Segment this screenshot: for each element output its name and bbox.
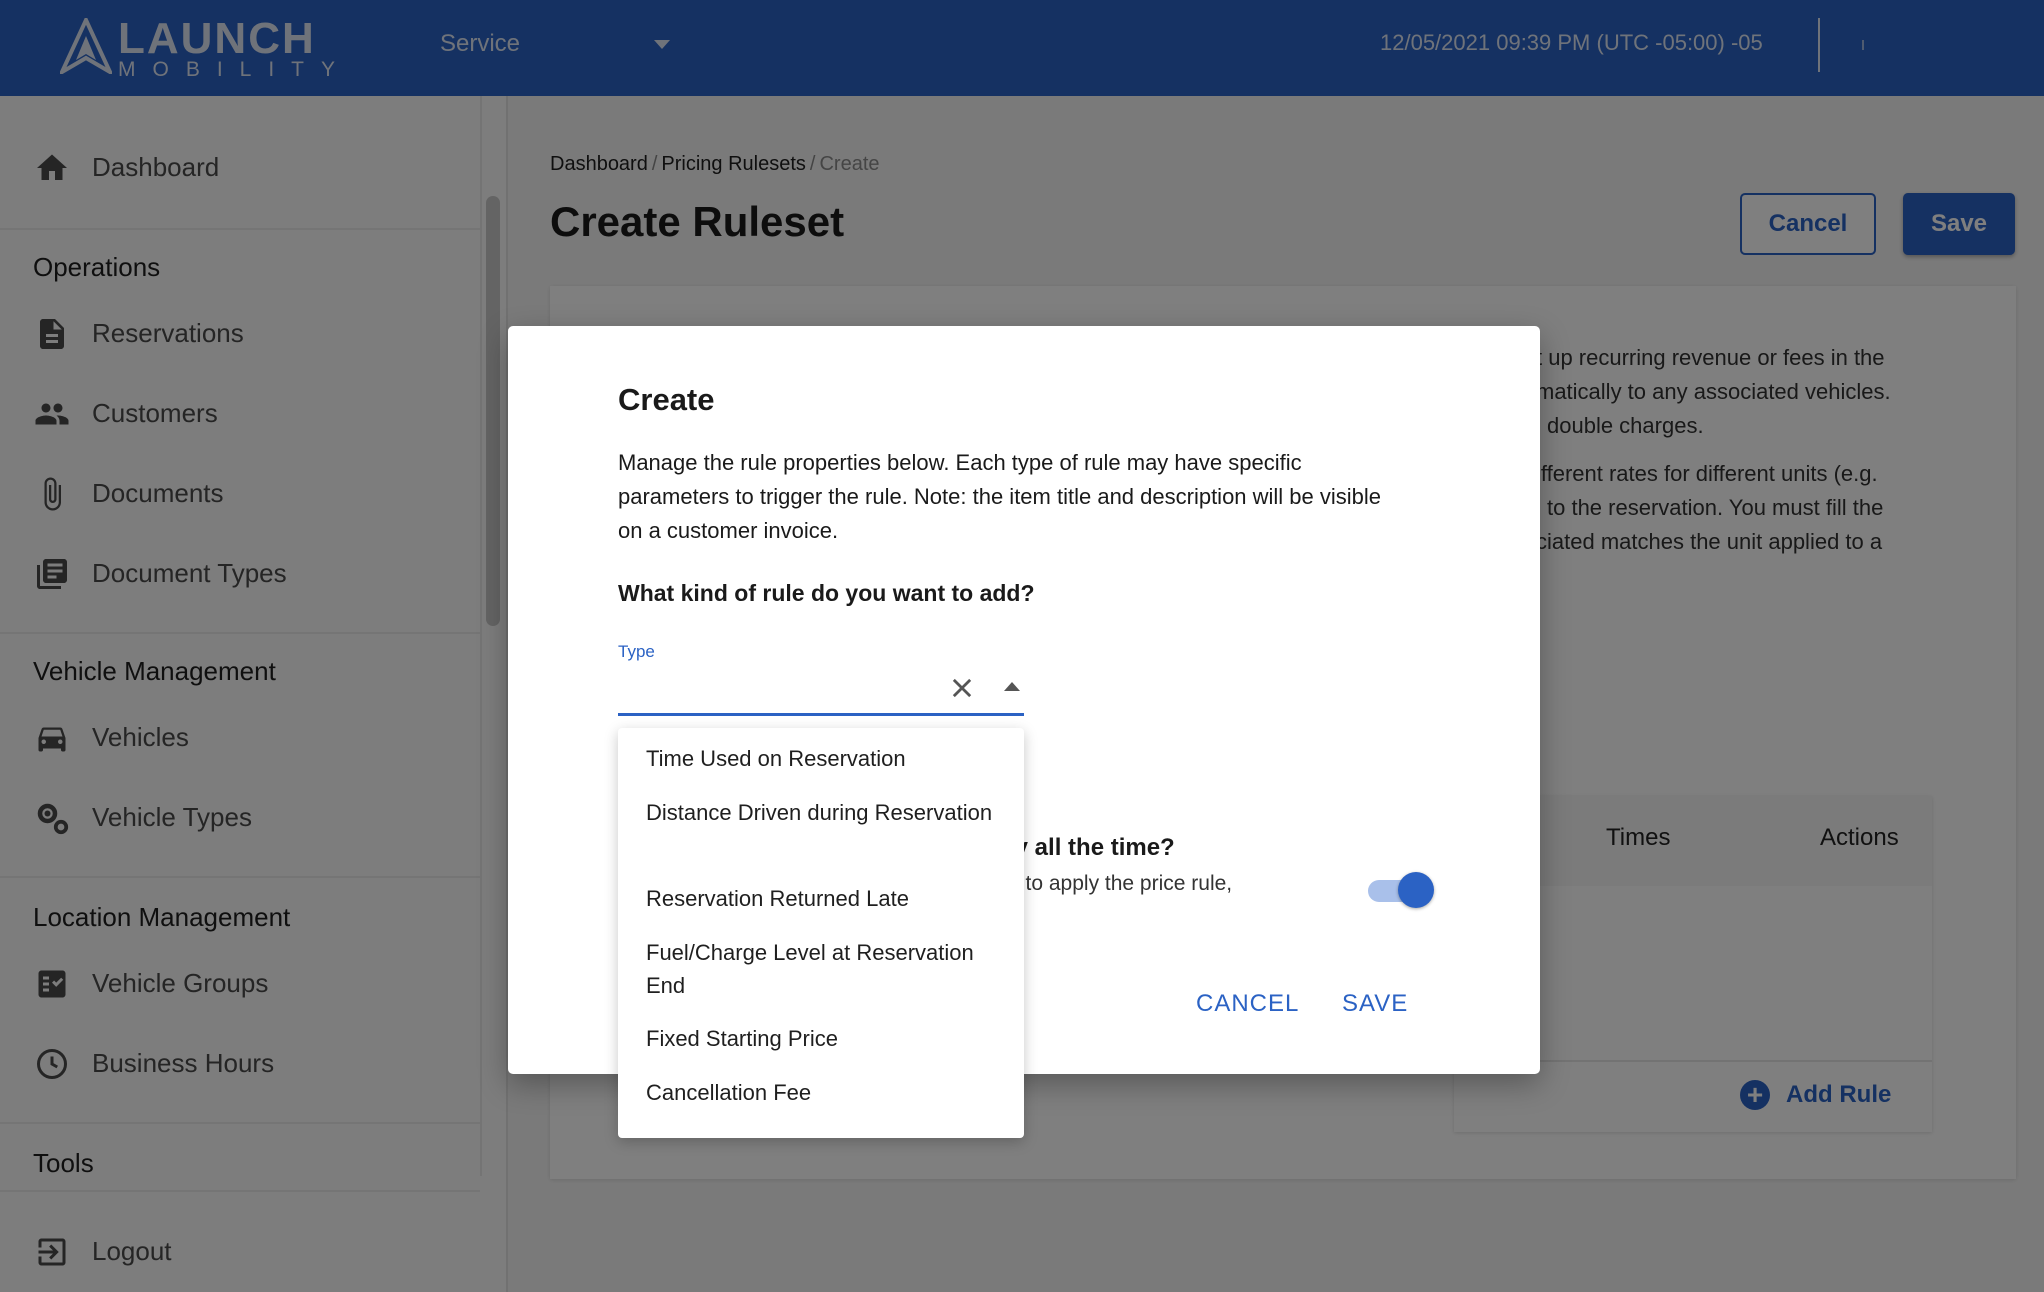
menu-option[interactable]: Fuel/Charge Level at Reservation End xyxy=(646,936,1006,1002)
rule-kind-question: What kind of rule do you want to add? xyxy=(618,580,1035,606)
type-options-menu: Time Used on Reservation Distance Driven… xyxy=(618,728,1024,1138)
type-field-label: Type xyxy=(618,642,655,661)
dialog-cancel-button[interactable]: CANCEL xyxy=(1196,990,1299,1018)
type-select[interactable] xyxy=(618,666,1024,716)
dialog-save-button[interactable]: SAVE xyxy=(1342,990,1408,1018)
menu-option[interactable]: Reservation Returned Late xyxy=(646,882,1006,915)
close-icon[interactable] xyxy=(948,674,976,702)
caret-up-icon[interactable] xyxy=(1004,682,1020,691)
dialog-title: Create xyxy=(618,382,715,417)
always-apply-toggle[interactable] xyxy=(1368,872,1434,910)
always-apply-question: ly all the time? xyxy=(1008,834,1175,861)
menu-option[interactable]: Distance Driven during Reservation xyxy=(646,796,1006,829)
always-apply-subtext: e to apply the price rule, xyxy=(1008,872,1233,895)
toggle-knob xyxy=(1398,872,1434,908)
menu-option[interactable]: Fixed Starting Price xyxy=(646,1022,1006,1055)
dialog-description: Manage the rule properties below. Each t… xyxy=(618,450,1382,543)
menu-option[interactable]: Cancellation Fee xyxy=(646,1076,1006,1109)
menu-option[interactable]: Time Used on Reservation xyxy=(646,742,1006,775)
